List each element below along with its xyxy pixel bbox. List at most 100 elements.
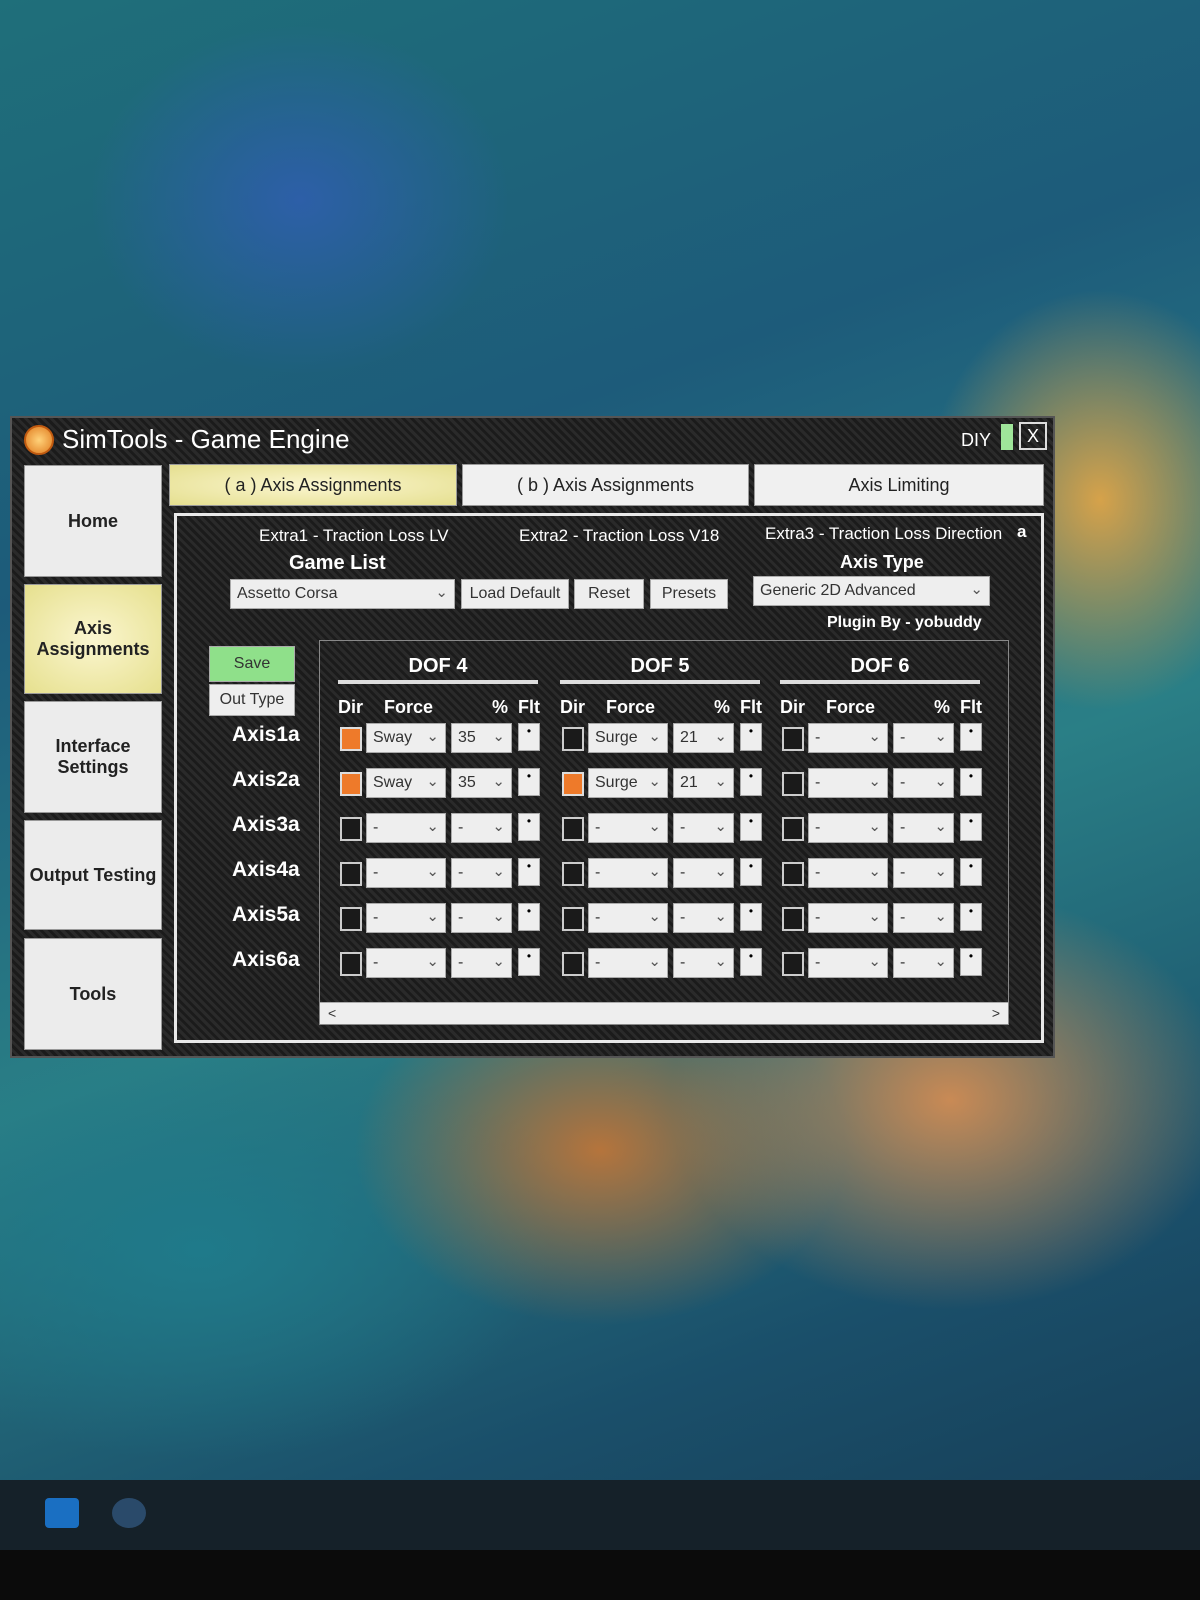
percent-select[interactable]: - ⌄ — [673, 813, 734, 843]
chevron-down-icon: ⌄ — [426, 953, 439, 970]
dir-checkbox[interactable] — [562, 952, 584, 976]
filter-checkbox[interactable]: • — [740, 723, 762, 751]
out-type-button[interactable]: Out Type — [209, 684, 295, 716]
dir-checkbox[interactable] — [782, 817, 804, 841]
sidebar-item-tools[interactable]: Tools — [24, 938, 162, 1050]
axis-type-select[interactable]: Generic 2D Advanced ⌄ — [753, 576, 990, 606]
force-select[interactable]: Surge ⌄ — [588, 768, 668, 798]
percent-select[interactable]: - ⌄ — [893, 813, 954, 843]
force-select[interactable]: - ⌄ — [366, 858, 446, 888]
sidebar-item-axis-assignments[interactable]: Axis Assignments — [24, 584, 162, 694]
dir-checkbox[interactable] — [782, 772, 804, 796]
filter-checkbox[interactable]: • — [960, 903, 982, 931]
reset-button[interactable]: Reset — [574, 579, 644, 609]
percent-select[interactable]: - ⌄ — [451, 948, 512, 978]
percent-select[interactable]: - ⌄ — [673, 948, 734, 978]
dir-checkbox[interactable] — [562, 772, 584, 796]
filter-checkbox[interactable]: • — [740, 858, 762, 886]
force-select[interactable]: - ⌄ — [588, 858, 668, 888]
tab-axis-limiting[interactable]: Axis Limiting — [754, 464, 1044, 506]
save-button[interactable]: Save — [209, 646, 295, 682]
percent-select[interactable]: - ⌄ — [893, 903, 954, 933]
dir-checkbox[interactable] — [562, 817, 584, 841]
force-select[interactable]: - ⌄ — [588, 813, 668, 843]
filter-checkbox[interactable]: • — [518, 858, 540, 886]
force-select[interactable]: - ⌄ — [808, 813, 888, 843]
dir-checkbox[interactable] — [340, 952, 362, 976]
percent-select[interactable]: 35 ⌄ — [451, 723, 512, 753]
force-select[interactable]: - ⌄ — [588, 903, 668, 933]
percent-select[interactable]: 21 ⌄ — [673, 723, 734, 753]
filter-checkbox[interactable]: • — [960, 813, 982, 841]
dir-checkbox[interactable] — [340, 907, 362, 931]
force-select[interactable]: Sway ⌄ — [366, 768, 446, 798]
percent-select[interactable]: 21 ⌄ — [673, 768, 734, 798]
scroll-right-icon[interactable]: > — [992, 1005, 1000, 1021]
filter-checkbox[interactable]: • — [960, 768, 982, 796]
filter-checkbox[interactable]: • — [960, 723, 982, 751]
force-select[interactable]: - ⌄ — [366, 903, 446, 933]
load-default-button[interactable]: Load Default — [461, 579, 569, 609]
filter-checkbox[interactable]: • — [518, 948, 540, 976]
percent-select[interactable]: 35 ⌄ — [451, 768, 512, 798]
sidebar-item-output-testing[interactable]: Output Testing — [24, 820, 162, 930]
filter-checkbox[interactable]: • — [740, 903, 762, 931]
force-select[interactable]: - ⌄ — [808, 723, 888, 753]
filter-checkbox[interactable]: • — [960, 858, 982, 886]
chevron-down-icon: ⌄ — [492, 818, 505, 835]
percent-select[interactable]: - ⌄ — [673, 903, 734, 933]
percent-select[interactable]: - ⌄ — [451, 858, 512, 888]
dir-checkbox[interactable] — [782, 862, 804, 886]
filter-checkbox[interactable]: • — [518, 768, 540, 796]
filter-checkbox[interactable]: • — [518, 723, 540, 751]
filter-checkbox[interactable]: • — [518, 813, 540, 841]
dir-checkbox[interactable] — [340, 772, 362, 796]
tab-a-axis-assignments[interactable]: ( a ) Axis Assignments — [169, 464, 457, 506]
dir-checkbox[interactable] — [782, 952, 804, 976]
force-select[interactable]: - ⌄ — [588, 948, 668, 978]
force-select[interactable]: - ⌄ — [808, 858, 888, 888]
sidebar-item-interface-settings[interactable]: Interface Settings — [24, 701, 162, 813]
percent-select[interactable]: - ⌄ — [673, 858, 734, 888]
filter-checkbox[interactable]: • — [740, 948, 762, 976]
filter-checkbox[interactable]: • — [518, 903, 540, 931]
tab-b-axis-assignments[interactable]: ( b ) Axis Assignments — [462, 464, 749, 506]
filter-checkbox[interactable]: • — [740, 768, 762, 796]
force-value: - — [373, 864, 379, 881]
percent-select[interactable]: - ⌄ — [451, 903, 512, 933]
presets-button[interactable]: Presets — [650, 579, 728, 609]
force-select[interactable]: - ⌄ — [366, 948, 446, 978]
percent-select[interactable]: - ⌄ — [451, 813, 512, 843]
dir-checkbox[interactable] — [340, 817, 362, 841]
percent-value: 35 — [458, 729, 476, 746]
force-select[interactable]: Surge ⌄ — [588, 723, 668, 753]
force-select[interactable]: Sway ⌄ — [366, 723, 446, 753]
game-list-heading: Game List — [289, 552, 386, 574]
outlook-icon[interactable] — [45, 1498, 79, 1528]
percent-select[interactable]: - ⌄ — [893, 948, 954, 978]
dir-checkbox[interactable] — [782, 727, 804, 751]
dir-checkbox[interactable] — [782, 907, 804, 931]
percent-select[interactable]: - ⌄ — [893, 858, 954, 888]
filter-checkbox[interactable]: • — [960, 948, 982, 976]
force-value: Surge — [595, 774, 638, 791]
force-select[interactable]: - ⌄ — [808, 948, 888, 978]
percent-select[interactable]: - ⌄ — [893, 723, 954, 753]
filter-checkbox[interactable]: • — [740, 813, 762, 841]
scroll-left-icon[interactable]: < — [328, 1005, 336, 1021]
dir-checkbox[interactable] — [562, 862, 584, 886]
dir-checkbox[interactable] — [562, 727, 584, 751]
force-select[interactable]: - ⌄ — [808, 903, 888, 933]
dir-checkbox[interactable] — [340, 862, 362, 886]
force-select[interactable]: - ⌄ — [808, 768, 888, 798]
dir-checkbox[interactable] — [340, 727, 362, 751]
close-button[interactable]: X — [1019, 422, 1047, 450]
percent-select[interactable]: - ⌄ — [893, 768, 954, 798]
sidebar-item-home[interactable]: Home — [24, 465, 162, 577]
steam-icon[interactable] — [112, 1498, 146, 1528]
horizontal-scrollbar[interactable]: < > — [320, 1002, 1008, 1024]
game-select-value: Assetto Corsa — [237, 585, 338, 602]
force-select[interactable]: - ⌄ — [366, 813, 446, 843]
game-select[interactable]: Assetto Corsa ⌄ — [230, 579, 455, 609]
dir-checkbox[interactable] — [562, 907, 584, 931]
